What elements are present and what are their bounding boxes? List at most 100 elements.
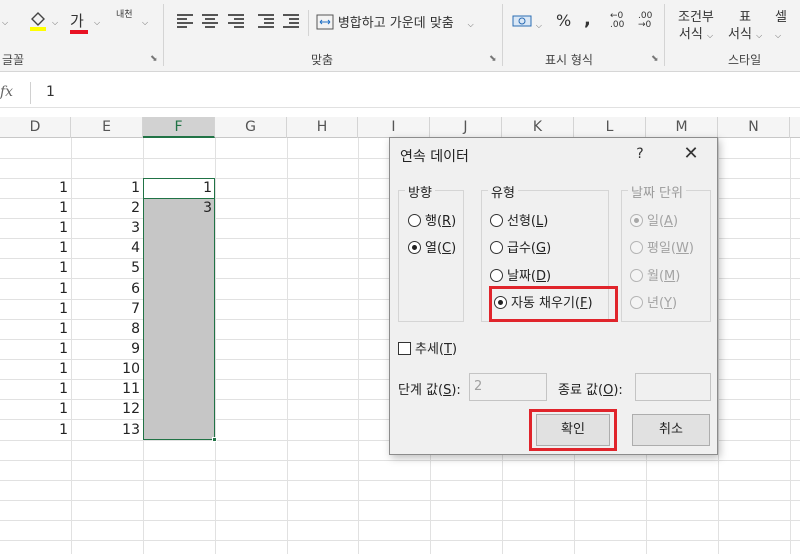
cell-d[interactable]: 1 [0, 299, 71, 319]
column-header-j[interactable]: J [430, 117, 502, 138]
align-right-icon[interactable] [228, 12, 244, 28]
column-header-f[interactable]: F [143, 117, 215, 138]
conditional-formatting-label-2: 서식 [678, 27, 703, 42]
decrease-indent-icon[interactable] [258, 12, 274, 28]
merge-cells-icon [316, 14, 334, 30]
close-button[interactable]: ✕ [679, 142, 703, 166]
stop-value-label: 종료 값( [558, 383, 604, 398]
column-header-k[interactable]: K [502, 117, 574, 138]
type-growth-radio[interactable]: 급수(G) [490, 239, 551, 259]
direction-row-radio[interactable]: 행(R) [408, 212, 456, 232]
cell-d[interactable]: 1 [0, 379, 71, 399]
type-legend: 유형 [488, 182, 518, 201]
insert-function-icon[interactable]: fx [0, 84, 13, 100]
cell-d[interactable]: 1 [0, 420, 71, 440]
grid-line [215, 138, 216, 554]
cell-e[interactable]: 3 [71, 218, 143, 238]
cell-e[interactable]: 8 [71, 319, 143, 339]
column-header-d[interactable]: D [0, 117, 71, 138]
cell-e[interactable]: 10 [71, 359, 143, 379]
cell-e[interactable]: 1 [71, 178, 143, 198]
fill-handle[interactable] [212, 437, 217, 442]
type-growth-accel-key: G [536, 241, 547, 256]
column-header-h[interactable]: H [287, 117, 358, 138]
cell-d[interactable]: 1 [0, 198, 71, 218]
cell-f[interactable]: 1 [143, 178, 215, 198]
phonetic-guide-button[interactable]: 내천 [116, 11, 133, 20]
accounting-caret[interactable]: ⌵ [536, 21, 542, 30]
merge-center-button[interactable]: 병합하고 가운데 맞춤 ⌵ [316, 12, 474, 31]
type-date-radio[interactable]: 날짜(D) [490, 267, 551, 287]
cell-d[interactable]: 1 [0, 258, 71, 278]
cancel-button[interactable]: 취소 [632, 414, 710, 446]
accounting-format-button[interactable]: ⌵ [512, 14, 542, 31]
radio-unchecked-icon [408, 214, 421, 227]
increase-decimal-button[interactable]: ←0 .00 [610, 12, 630, 30]
stop-value-input[interactable] [635, 373, 711, 401]
cell-e[interactable]: 2 [71, 198, 143, 218]
cell-d[interactable]: 1 [0, 238, 71, 258]
cell-e[interactable]: 5 [71, 258, 143, 278]
direction-column-label: 열( [425, 241, 443, 256]
cell-d[interactable]: 1 [0, 319, 71, 339]
font-color-button[interactable]: 가 [70, 10, 88, 34]
format-as-table-button[interactable]: 표 서식 ⌵ [728, 9, 762, 44]
fill-color-button[interactable] [28, 11, 50, 34]
column-header-e[interactable]: E [71, 117, 143, 138]
group-label-number: 표시 형식 [545, 53, 593, 67]
date-unit-month-accel-key: M [664, 269, 676, 284]
type-linear-accel-key: L [536, 214, 544, 229]
font-color-caret[interactable]: ⌵ [94, 14, 100, 28]
align-center-icon[interactable] [202, 12, 218, 28]
align-left-icon[interactable] [177, 12, 193, 28]
phonetic-caret[interactable]: ⌵ [142, 14, 148, 28]
cell-e[interactable]: 7 [71, 299, 143, 319]
formula-input[interactable]: 1 [46, 84, 55, 100]
date-unit-legend: 날짜 단위 [628, 182, 686, 201]
cell-e[interactable]: 9 [71, 339, 143, 359]
radio-unchecked-icon [490, 269, 503, 282]
direction-column-radio[interactable]: 열(C) [408, 239, 456, 259]
cell-styles-button[interactable]: 셀 ⌵ [775, 9, 787, 44]
merge-center-caret[interactable]: ⌵ [468, 20, 474, 29]
fill-color-caret[interactable]: ⌵ [52, 14, 58, 28]
direction-column-accel-key: C [442, 241, 452, 256]
grid-line [0, 480, 800, 481]
cell-d[interactable]: 1 [0, 399, 71, 419]
help-button[interactable]: ? [630, 144, 650, 164]
alignment-dialog-launcher-icon[interactable]: ⬊ [489, 54, 497, 64]
type-linear-radio[interactable]: 선형(L) [490, 212, 548, 232]
column-header-i[interactable]: I [358, 117, 430, 138]
cell-e[interactable]: 13 [71, 420, 143, 440]
cell-d[interactable]: 1 [0, 339, 71, 359]
cell-d[interactable]: 1 [0, 279, 71, 299]
step-value-label-wrap: 단계 값(S): [398, 383, 461, 398]
cell-d[interactable]: 1 [0, 178, 71, 198]
step-value-input[interactable]: 2 [469, 373, 547, 401]
comma-style-button[interactable]: , [584, 9, 591, 30]
grid-line [0, 520, 800, 521]
decrease-decimal-button[interactable]: .00 →0 [638, 12, 658, 30]
percent-style-button[interactable]: % [556, 11, 571, 30]
increase-indent-icon[interactable] [283, 12, 299, 28]
column-header-m[interactable]: M [646, 117, 718, 138]
cell-e[interactable]: 12 [71, 399, 143, 419]
radio-unchecked-icon [630, 296, 643, 309]
trend-checkbox[interactable]: 추세(T) [398, 341, 457, 359]
column-header-g[interactable]: G [215, 117, 287, 138]
grid-line [790, 138, 791, 554]
font-size-dropdown-caret[interactable]: ⌵ [2, 14, 8, 28]
cell-e[interactable]: 11 [71, 379, 143, 399]
cell-d[interactable]: 1 [0, 218, 71, 238]
column-header-l[interactable]: L [574, 117, 646, 138]
cell-e[interactable]: 6 [71, 279, 143, 299]
column-header-n[interactable]: N [718, 117, 790, 138]
cell-e[interactable]: 4 [71, 238, 143, 258]
conditional-formatting-button[interactable]: 조건부 서식 ⌵ [678, 9, 714, 44]
font-dialog-launcher-icon[interactable]: ⬊ [150, 54, 158, 64]
step-value-label: 단계 값( [398, 383, 444, 398]
number-dialog-launcher-icon[interactable]: ⬊ [651, 54, 659, 64]
cell-f[interactable]: 3 [143, 198, 215, 218]
formula-bar: fx 1 [0, 78, 800, 108]
cell-d[interactable]: 1 [0, 359, 71, 379]
